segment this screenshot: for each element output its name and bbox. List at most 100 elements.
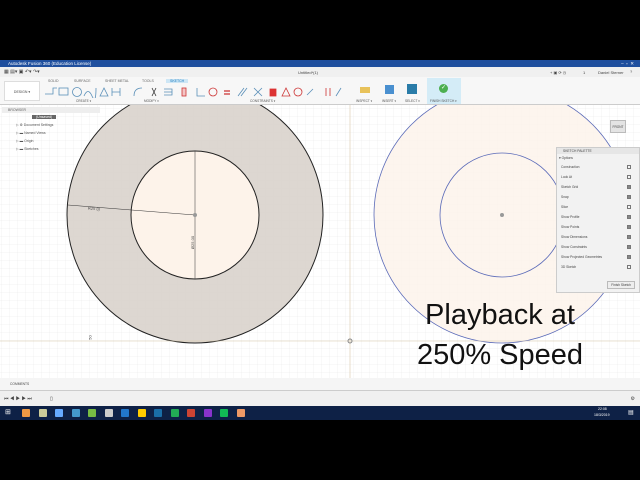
overlay-line2: 250% Speed bbox=[416, 339, 584, 371]
ribbon: DESIGN ▾ SOLID SURFACE SHEET METAL TOOLS… bbox=[0, 77, 640, 105]
center-point-right bbox=[500, 213, 504, 217]
finish-sketch-palette-button[interactable]: Finish Sketch bbox=[607, 281, 635, 289]
palette-row-label: Show Constraints bbox=[561, 245, 587, 249]
create-menu[interactable]: CREATE ▾ bbox=[76, 99, 91, 103]
insert-menu[interactable]: INSERT ▾ bbox=[382, 99, 396, 103]
inspect-menu[interactable]: INSPECT ▾ bbox=[356, 99, 372, 103]
palette-row-label: 3D Sketch bbox=[561, 265, 577, 269]
checkbox[interactable] bbox=[627, 175, 631, 179]
palette-row[interactable]: Show Profile bbox=[557, 212, 639, 222]
sketch-tools-icons[interactable] bbox=[42, 86, 342, 98]
browser-panel: BROWSER (Unsaved) ▷ ⚙ Document Settings … bbox=[2, 107, 100, 157]
browser-item-origin[interactable]: ▷ ▬ Origin bbox=[2, 137, 100, 145]
palette-row[interactable]: Show Points bbox=[557, 222, 639, 232]
playback-overlay: Playback at 250% Speed bbox=[405, 295, 595, 375]
palette-row[interactable]: 3D Sketch bbox=[557, 262, 639, 272]
palette-row[interactable]: Slice bbox=[557, 202, 639, 212]
tab-tools[interactable]: TOOLS bbox=[142, 79, 154, 83]
palette-row[interactable]: Show Projected Geometries bbox=[557, 252, 639, 262]
taskbar-app-icon[interactable] bbox=[71, 409, 80, 417]
palette-row[interactable]: Snap bbox=[557, 192, 639, 202]
select-menu[interactable]: SELECT ▾ bbox=[405, 99, 420, 103]
insert-image-icon[interactable] bbox=[385, 85, 394, 94]
settings-gear-icon[interactable]: ⚙ bbox=[631, 391, 635, 407]
checkmark-icon: ✓ bbox=[439, 84, 448, 93]
sketch-palette: SKETCH PALETTE ▾ Options Construction Loo… bbox=[556, 147, 640, 293]
taskbar-app-icon[interactable] bbox=[236, 409, 245, 417]
browser-item-named-views[interactable]: ▷ ▬ Named Views bbox=[2, 129, 100, 137]
windows-start-icon[interactable]: ⊞ bbox=[5, 408, 11, 416]
taskbar-app-icon[interactable] bbox=[170, 409, 179, 417]
axis-tick-label: 50 bbox=[87, 335, 93, 340]
notifications-icon[interactable]: ▤ bbox=[628, 409, 634, 416]
document-tab[interactable]: Untitled*(1) bbox=[298, 70, 318, 75]
window-controls[interactable]: – ▫ ✕ bbox=[621, 60, 634, 67]
palette-row[interactable]: Show Dimensions bbox=[557, 232, 639, 242]
tab-surface[interactable]: SURFACE bbox=[74, 79, 91, 83]
workspace-switcher[interactable]: DESIGN ▾ bbox=[4, 81, 40, 101]
inspect-icon[interactable] bbox=[360, 87, 370, 93]
taskbar-app-icon[interactable] bbox=[203, 409, 212, 417]
taskbar-app-icon[interactable] bbox=[88, 409, 96, 417]
palette-row[interactable]: Sketch Grid bbox=[557, 182, 639, 192]
palette-row-label: Slice bbox=[561, 205, 569, 209]
add-tab-icon[interactable]: + ▣ ⟳ ◷ bbox=[550, 70, 566, 75]
palette-row-label: Snap bbox=[561, 195, 569, 199]
app-menu-icon[interactable]: ▦ ▤▾ ▣ ↶▾ ↷▾ bbox=[4, 69, 40, 75]
checkbox[interactable] bbox=[627, 225, 631, 229]
palette-row[interactable]: Construction bbox=[557, 162, 639, 172]
taskbar-app-icon[interactable] bbox=[220, 409, 228, 417]
window-title: Autodesk Fusion 360 (Education License) bbox=[8, 61, 92, 66]
checkbox[interactable] bbox=[627, 245, 631, 249]
help-icon[interactable]: ? bbox=[630, 69, 632, 74]
checkbox[interactable] bbox=[627, 235, 631, 239]
palette-row[interactable]: Show Constraints bbox=[557, 242, 639, 252]
user-name[interactable]: Daniel Sterner bbox=[598, 70, 624, 75]
options-section[interactable]: ▾ Options bbox=[557, 154, 639, 162]
palette-row-label: Show Projected Geometries bbox=[561, 255, 603, 259]
item-label: Sketches bbox=[24, 147, 39, 151]
center-point-left bbox=[193, 213, 197, 217]
palette-row-label: Show Points bbox=[561, 225, 580, 229]
checkbox[interactable] bbox=[627, 255, 631, 259]
taskbar-app-icon[interactable] bbox=[121, 409, 129, 417]
finish-sketch-button[interactable]: ✓ FINISH SKETCH ▾ bbox=[427, 78, 461, 104]
palette-row-label: Show Dimensions bbox=[561, 235, 588, 239]
clock-date[interactable]: 18/3/2019 bbox=[594, 413, 610, 417]
modify-menu[interactable]: MODIFY ▾ bbox=[144, 99, 159, 103]
taskbar-app-icon[interactable] bbox=[137, 409, 146, 417]
browser-item-sketches[interactable]: ▷ ▬ Sketches bbox=[2, 145, 100, 153]
radius-dimension[interactable]: R25 (i) bbox=[88, 206, 100, 212]
comments-panel[interactable]: COMMENTS bbox=[0, 378, 640, 390]
browser-root[interactable]: (Unsaved) bbox=[32, 115, 57, 119]
diameter-dimension[interactable]: Ø25.00 bbox=[190, 236, 195, 249]
taskbar-app-icon[interactable] bbox=[38, 409, 47, 417]
taskbar-app-icon[interactable] bbox=[22, 409, 30, 417]
taskbar-app-icon[interactable] bbox=[55, 409, 63, 417]
tab-sketch[interactable]: SKETCH bbox=[166, 79, 189, 83]
palette-row[interactable]: Look At bbox=[557, 172, 639, 182]
constraints-menu[interactable]: CONSTRAINTS ▾ bbox=[250, 99, 275, 103]
timeline-marker[interactable]: ▯ bbox=[50, 391, 53, 407]
checkbox[interactable] bbox=[627, 185, 631, 189]
options-label: Options bbox=[561, 156, 573, 160]
browser-item-document-settings[interactable]: ▷ ⚙ Document Settings bbox=[2, 121, 100, 129]
taskbar-app-icon[interactable] bbox=[187, 409, 195, 417]
checkbox[interactable] bbox=[627, 165, 631, 169]
playback-controls[interactable]: ⏮ ◀ ▶ ▶ ⏭ bbox=[4, 396, 32, 402]
taskbar: ⊞ 22:08 18/3/2019 ▤ bbox=[0, 406, 640, 420]
taskbar-app-icon[interactable] bbox=[154, 409, 162, 417]
item-label: Named Views bbox=[24, 131, 46, 135]
viewcube[interactable]: FRONT bbox=[610, 120, 626, 133]
checkbox[interactable] bbox=[627, 195, 631, 199]
palette-row-label: Look At bbox=[561, 175, 572, 179]
jobs-count: 1 bbox=[583, 70, 586, 75]
taskbar-app-icon[interactable] bbox=[104, 409, 113, 417]
checkbox[interactable] bbox=[627, 265, 631, 269]
tab-solid[interactable]: SOLID bbox=[48, 79, 59, 83]
checkbox[interactable] bbox=[627, 215, 631, 219]
clock-time[interactable]: 22:08 bbox=[598, 407, 607, 411]
checkbox[interactable] bbox=[627, 205, 631, 209]
tab-sheet-metal[interactable]: SHEET METAL bbox=[105, 79, 129, 83]
select-icon[interactable] bbox=[407, 84, 417, 94]
